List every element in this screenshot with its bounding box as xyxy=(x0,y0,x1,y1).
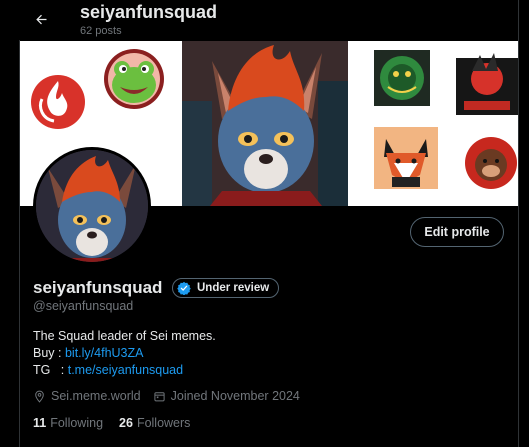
profile-avatar[interactable] xyxy=(33,147,151,265)
following-link[interactable]: 11 Following xyxy=(33,416,103,430)
followers-link[interactable]: 26 Followers xyxy=(119,416,190,430)
user-handle: @seiyanfunsquad xyxy=(33,299,134,313)
follow-counts: 11 Following 26 Followers xyxy=(33,416,206,430)
following-label: Following xyxy=(50,416,104,430)
location-pin-icon xyxy=(35,390,44,403)
followers-label: Followers xyxy=(136,416,191,430)
avatar-image xyxy=(36,150,148,262)
column-border-right xyxy=(518,0,519,447)
back-button[interactable] xyxy=(28,6,54,32)
following-count: 11 xyxy=(33,416,47,430)
buy-label: Buy : xyxy=(33,346,65,360)
bio-line-2: Buy : bit.ly/4fhU3ZA xyxy=(33,345,216,362)
dragon-sticker-icon xyxy=(374,50,430,106)
display-name: seiyanfunsquad xyxy=(33,278,163,297)
fire-logo-icon xyxy=(31,75,85,129)
buy-link[interactable]: bit.ly/4fhU3ZA xyxy=(65,346,144,360)
followers-count: 26 xyxy=(119,416,133,430)
arrow-left-icon xyxy=(35,14,46,24)
bio-line-1: The Squad leader of Sei memes. xyxy=(33,329,216,343)
banner-center-art xyxy=(182,41,348,206)
verified-check-icon xyxy=(177,281,191,295)
profile-header: seiyanfunsquad 62 posts xyxy=(0,0,529,41)
tg-label: TG : xyxy=(33,363,68,377)
bio-line-3: TG : t.me/seiyanfunsquad xyxy=(33,362,216,379)
header-title: seiyanfunsquad xyxy=(80,2,218,22)
verification-badge[interactable]: Under review xyxy=(172,278,280,298)
banner-right-panel xyxy=(348,41,518,206)
frog-face-icon xyxy=(104,49,164,109)
joined-item: Joined November 2024 xyxy=(153,389,300,403)
badge-label: Under review xyxy=(197,282,270,294)
posts-count: 62 posts xyxy=(80,25,122,37)
calendar-icon xyxy=(154,391,165,401)
profile-bio: The Squad leader of Sei memes. Buy : bit… xyxy=(33,328,216,379)
location-text: Sei.meme.world xyxy=(51,389,141,403)
fox-sticker-icon xyxy=(374,127,438,189)
monkey-sticker-icon xyxy=(465,135,518,193)
location-item: Sei.meme.world xyxy=(33,389,141,403)
joined-text: Joined November 2024 xyxy=(170,389,300,403)
edit-profile-button[interactable]: Edit profile xyxy=(410,217,504,247)
seiyan-logo-icon xyxy=(456,53,518,115)
profile-meta: Sei.meme.world Joined November 2024 xyxy=(33,389,312,403)
tg-link[interactable]: t.me/seiyanfunsquad xyxy=(68,363,183,377)
